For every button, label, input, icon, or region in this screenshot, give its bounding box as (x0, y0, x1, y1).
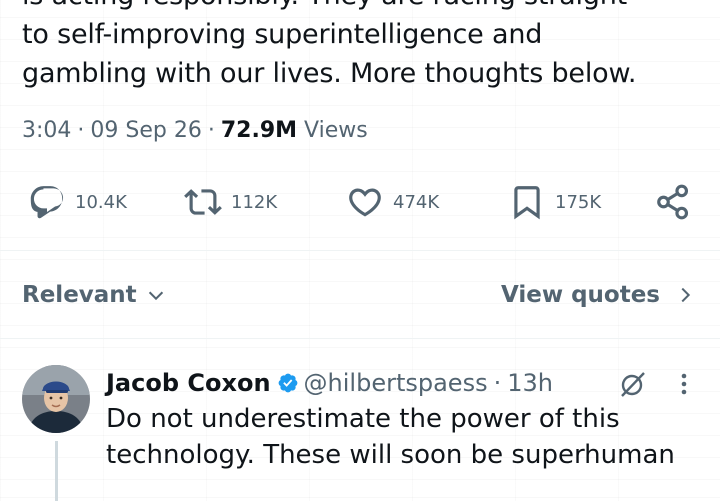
reply-author-handle[interactable]: @hilbertspaess (304, 368, 488, 398)
avatar-image (22, 365, 90, 433)
share-button[interactable] (654, 180, 692, 224)
reply-sort-row: Relevant View quotes (22, 278, 696, 318)
chevron-right-icon (681, 287, 691, 303)
tweet-text-line: to self-improving superintelligence and (22, 19, 543, 50)
grok-icon[interactable] (618, 369, 648, 399)
view-quotes-link[interactable]: View quotes (501, 282, 696, 308)
verified-badge-icon (278, 373, 297, 393)
reply-text: Do not underestimate the power of this t… (106, 401, 706, 473)
reply-button[interactable]: 10.4K (28, 180, 127, 224)
sort-label: Relevant (22, 282, 137, 308)
chevron-down-icon (148, 291, 163, 301)
like-count: 474K (393, 191, 440, 213)
repost-count: 112K (231, 191, 278, 213)
tweet-text-line: is acting responsibly. They are racing s… (22, 0, 712, 15)
tweet-date[interactable]: 09 Sep 26 (90, 118, 201, 143)
tweet-actions: 10.4K 112K 474K 175K (22, 180, 702, 224)
bookmark-count: 175K (555, 191, 602, 213)
reply-timestamp[interactable]: 13h (507, 368, 553, 398)
meta-separator: · (77, 118, 85, 143)
divider (0, 338, 720, 339)
heart-icon (349, 188, 381, 217)
reply-header: Jacob Coxon @hilbertspaess · 13h (106, 368, 553, 398)
more-options-icon[interactable] (672, 369, 696, 399)
reply-text-line: technology. These will soon be superhuma… (106, 440, 675, 470)
bookmark-icon (514, 186, 540, 220)
tweet-meta: 3:04 · 09 Sep 26 · 72.9M Views (22, 116, 368, 146)
reply-icon (30, 186, 64, 219)
bookmark-button[interactable]: 175K (508, 180, 601, 224)
reply-author-name[interactable]: Jacob Coxon (106, 368, 271, 398)
reply-text-line: Do not underestimate the power of this (106, 404, 620, 434)
meta-separator: · (207, 118, 215, 143)
reply-separator: · (493, 369, 502, 397)
repost-icon (184, 189, 222, 215)
views-label[interactable]: Views (304, 118, 368, 143)
views-count[interactable]: 72.9M (221, 118, 297, 143)
tweet-text-line: gambling with our lives. More thoughts b… (22, 58, 637, 89)
tweet-time[interactable]: 3:04 (22, 118, 71, 143)
avatar[interactable] (22, 365, 90, 433)
repost-button[interactable]: 112K (184, 180, 277, 224)
thread-line (55, 441, 58, 501)
like-button[interactable]: 474K (346, 180, 439, 224)
view-quotes-label: View quotes (500, 282, 660, 308)
reply-count: 10.4K (75, 191, 127, 213)
tweet-text: is acting responsibly. They are racing s… (22, 0, 712, 93)
share-icon (657, 184, 689, 220)
divider (0, 250, 720, 251)
sort-relevant-dropdown[interactable]: Relevant (22, 282, 167, 308)
